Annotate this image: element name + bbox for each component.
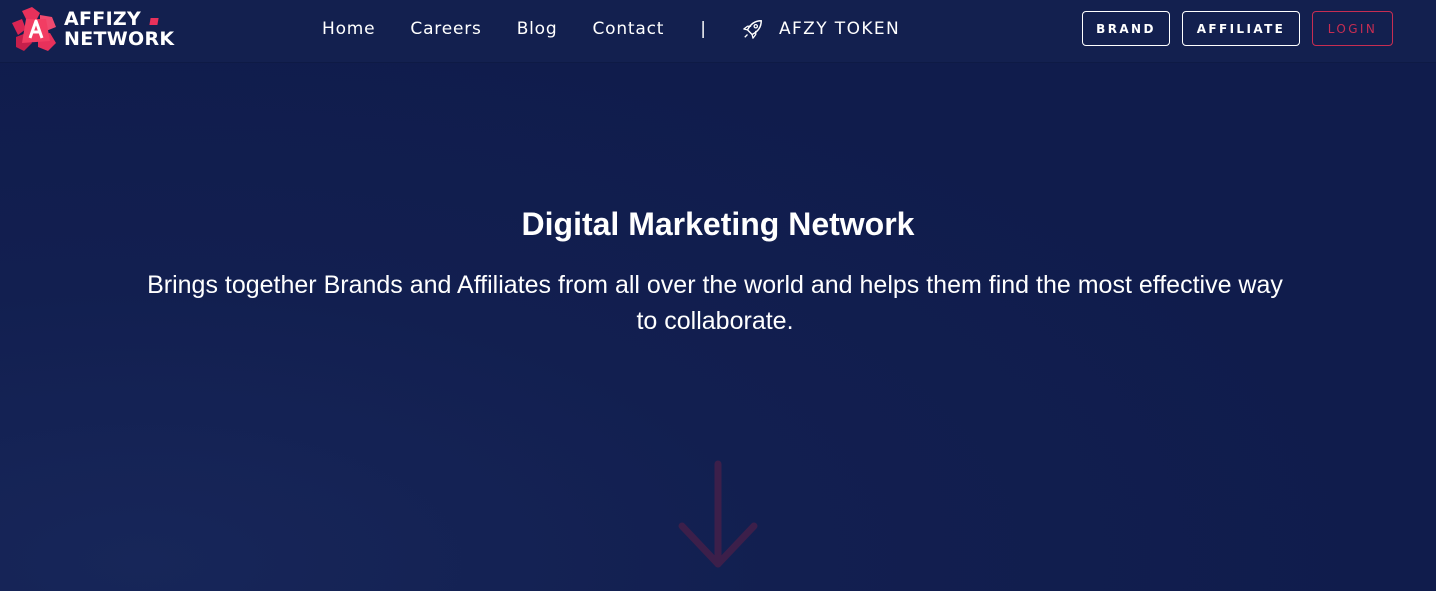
nav-separator: | — [700, 19, 706, 39]
affizy-network-logo[interactable]: AFFIZY NETWORK — [10, 5, 185, 55]
logo-mark-icon — [12, 7, 56, 51]
logo-line-network: NETWORK — [64, 28, 175, 50]
nav-afzy-token-link[interactable]: AFZY TOKEN — [742, 18, 900, 40]
hero-title: Digital Marketing Network — [521, 206, 915, 242]
nav-home-link[interactable]: Home — [322, 19, 375, 39]
arrow-down-icon[interactable] — [676, 460, 760, 572]
nav-blog-link[interactable]: Blog — [517, 19, 558, 39]
page: AFFIZY NETWORK Home Careers Blog Contact… — [0, 0, 1436, 591]
brand-button[interactable]: BRAND — [1082, 11, 1170, 46]
nav-careers-link[interactable]: Careers — [410, 19, 481, 39]
logo-wordmark: AFFIZY NETWORK — [64, 9, 174, 49]
main-nav: Home Careers Blog Contact | AFZY TOKEN — [322, 17, 900, 41]
nav-contact-link[interactable]: Contact — [592, 19, 664, 39]
afzy-token-label: AFZY TOKEN — [778, 19, 901, 39]
site-header: AFFIZY NETWORK Home Careers Blog Contact… — [0, 0, 1436, 63]
logo-accent-shape — [149, 18, 159, 25]
hero-subtitle: Brings together Brands and Affiliates fr… — [147, 271, 1283, 335]
affiliate-button[interactable]: AFFILIATE — [1182, 11, 1300, 46]
login-button[interactable]: LOGIN — [1312, 11, 1393, 46]
rocket-icon — [743, 20, 762, 39]
